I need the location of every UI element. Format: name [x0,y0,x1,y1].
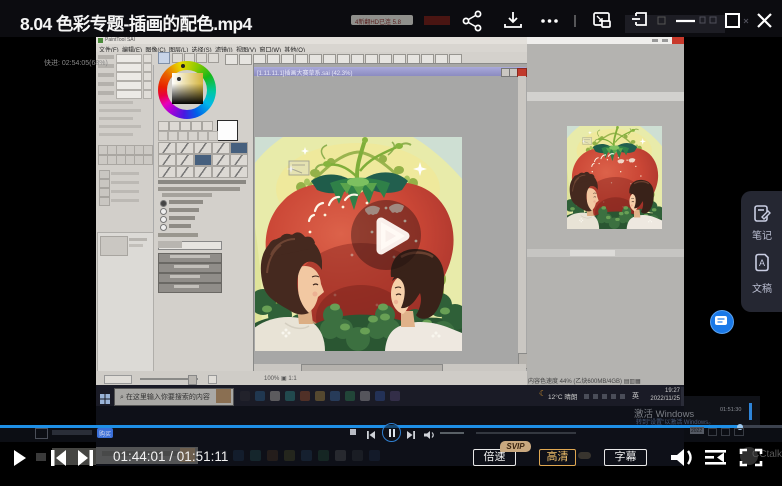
svg-text:A: A [759,258,765,268]
